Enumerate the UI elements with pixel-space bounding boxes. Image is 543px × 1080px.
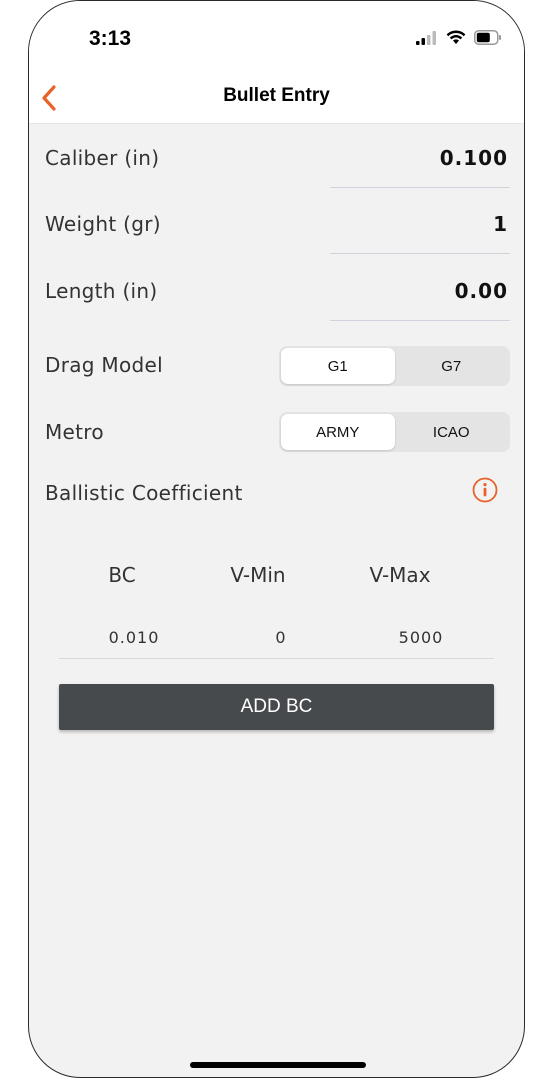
signal-icon bbox=[416, 30, 438, 49]
metro-option-icao[interactable]: ICAO bbox=[395, 414, 509, 450]
status-icons bbox=[416, 29, 502, 49]
home-indicator bbox=[190, 1062, 366, 1068]
battery-icon bbox=[474, 29, 502, 49]
weight-row: Weight (gr) 1 bbox=[29, 212, 524, 252]
vmin-value-cell[interactable]: 0 bbox=[216, 628, 346, 647]
weight-input[interactable]: 1 bbox=[493, 212, 508, 236]
length-label: Length (in) bbox=[45, 279, 158, 303]
status-time: 3:13 bbox=[89, 27, 132, 50]
weight-underline bbox=[330, 253, 510, 254]
navigation-bar: Bullet Entry bbox=[29, 73, 524, 124]
drag-model-label: Drag Model bbox=[45, 353, 163, 377]
metro-segmented-control: ARMY ICAO bbox=[279, 412, 510, 452]
phone-frame: 3:13 Bullet Entry Caliber (in) 0.100 Wei… bbox=[28, 0, 525, 1078]
metro-option-army[interactable]: ARMY bbox=[281, 414, 395, 450]
length-row: Length (in) 0.00 bbox=[29, 279, 524, 319]
bc-row-divider bbox=[59, 658, 494, 659]
status-bar: 3:13 bbox=[29, 1, 524, 73]
page-title: Bullet Entry bbox=[223, 85, 330, 106]
bc-column-header: BC bbox=[108, 563, 136, 587]
vmax-value-cell[interactable]: 5000 bbox=[356, 628, 486, 647]
caliber-row: Caliber (in) 0.100 bbox=[29, 146, 524, 186]
weight-label: Weight (gr) bbox=[45, 212, 161, 236]
caliber-underline bbox=[330, 187, 510, 188]
wifi-icon bbox=[446, 30, 466, 49]
length-underline bbox=[330, 320, 510, 321]
length-input[interactable]: 0.00 bbox=[455, 279, 508, 303]
info-button[interactable] bbox=[472, 477, 498, 503]
vmin-column-header: V-Min bbox=[230, 563, 286, 587]
vmax-column-header: V-Max bbox=[369, 563, 431, 587]
bc-value-cell[interactable]: 0.010 bbox=[69, 628, 199, 647]
add-bc-button[interactable]: ADD BC bbox=[59, 684, 494, 730]
caliber-label: Caliber (in) bbox=[45, 146, 160, 170]
info-circle-icon bbox=[472, 477, 498, 507]
metro-label: Metro bbox=[45, 420, 104, 444]
drag-model-option-g7[interactable]: G7 bbox=[395, 348, 509, 384]
drag-model-segmented-control: G1 G7 bbox=[279, 346, 510, 386]
caliber-input[interactable]: 0.100 bbox=[440, 146, 508, 170]
ballistic-coefficient-title: Ballistic Coefficient bbox=[45, 481, 243, 505]
drag-model-option-g1[interactable]: G1 bbox=[281, 348, 395, 384]
